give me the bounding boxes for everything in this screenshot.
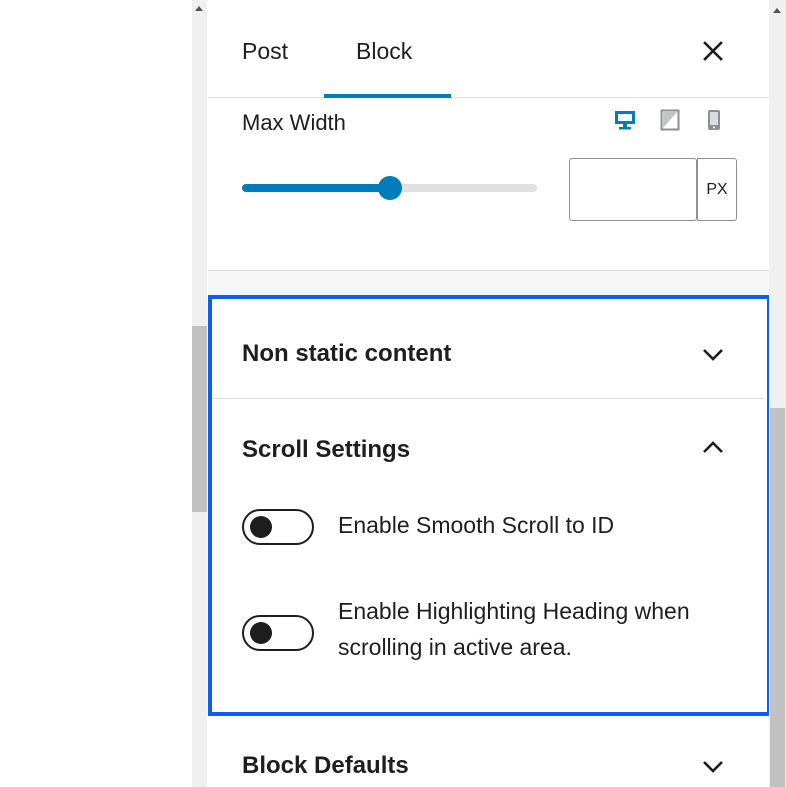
non-static-content-toggle[interactable]: Non static content — [212, 299, 765, 399]
smooth-scroll-setting: Enable Smooth Scroll to ID — [242, 509, 762, 545]
sidebar-scrollbar-thumb[interactable] — [770, 408, 785, 787]
max-width-label: Max Width — [242, 110, 346, 135]
toggle-knob — [250, 622, 272, 644]
smooth-scroll-toggle[interactable] — [242, 509, 314, 545]
highlight-heading-setting: Enable Highlighting Heading when scrolli… — [242, 595, 762, 667]
mobile-icon — [708, 110, 720, 130]
max-width-control: Max Width PX — [208, 99, 769, 271]
desktop-device-button[interactable] — [614, 109, 636, 131]
scroll-up-arrow-icon[interactable] — [773, 8, 781, 13]
highlight-heading-label: Enable Highlighting Heading when scrolli… — [338, 598, 690, 660]
block-defaults-toggle[interactable]: Block Defaults — [208, 718, 769, 787]
smooth-scroll-label: Enable Smooth Scroll to ID — [338, 512, 615, 538]
unit-selector[interactable]: PX — [697, 158, 737, 221]
block-settings-sidebar: Post Block Max Width PX Non static conte… — [208, 0, 771, 787]
block-defaults-title: Block Defaults — [242, 752, 409, 779]
mobile-device-button[interactable] — [703, 109, 725, 131]
canvas-scrollbar-thumb[interactable] — [192, 326, 207, 512]
tablet-device-button[interactable] — [659, 109, 681, 131]
scroll-up-arrow-icon[interactable] — [195, 6, 203, 11]
max-width-slider[interactable] — [242, 176, 537, 200]
chevron-down-icon — [703, 349, 723, 361]
non-static-content-title: Non static content — [242, 340, 452, 367]
panel-divider — [208, 270, 769, 295]
scroll-settings-toggle[interactable]: Scroll Settings — [212, 399, 765, 479]
scroll-settings-title: Scroll Settings — [242, 436, 411, 463]
sidebar-tabs: Post Block — [208, 0, 769, 98]
close-icon — [703, 41, 723, 61]
slider-thumb[interactable] — [377, 176, 402, 200]
desktop-icon — [615, 111, 635, 130]
chevron-down-icon — [703, 761, 723, 773]
tab-post[interactable]: Post — [242, 38, 288, 65]
active-tab-indicator — [324, 94, 451, 98]
highlighted-panel-group: Non static content Scroll Settings Enabl… — [208, 295, 771, 716]
toggle-knob — [250, 516, 272, 538]
slider-fill — [242, 184, 390, 192]
editor-canvas-area — [0, 0, 192, 787]
chevron-up-icon — [703, 441, 723, 453]
max-width-input[interactable] — [569, 158, 697, 221]
tab-block[interactable]: Block — [356, 38, 412, 65]
sidebar-scrollbar[interactable] — [769, 0, 786, 787]
highlight-heading-toggle[interactable] — [242, 615, 314, 651]
tablet-icon — [660, 109, 680, 131]
canvas-scrollbar[interactable] — [192, 0, 207, 787]
close-sidebar-button[interactable] — [698, 36, 728, 66]
